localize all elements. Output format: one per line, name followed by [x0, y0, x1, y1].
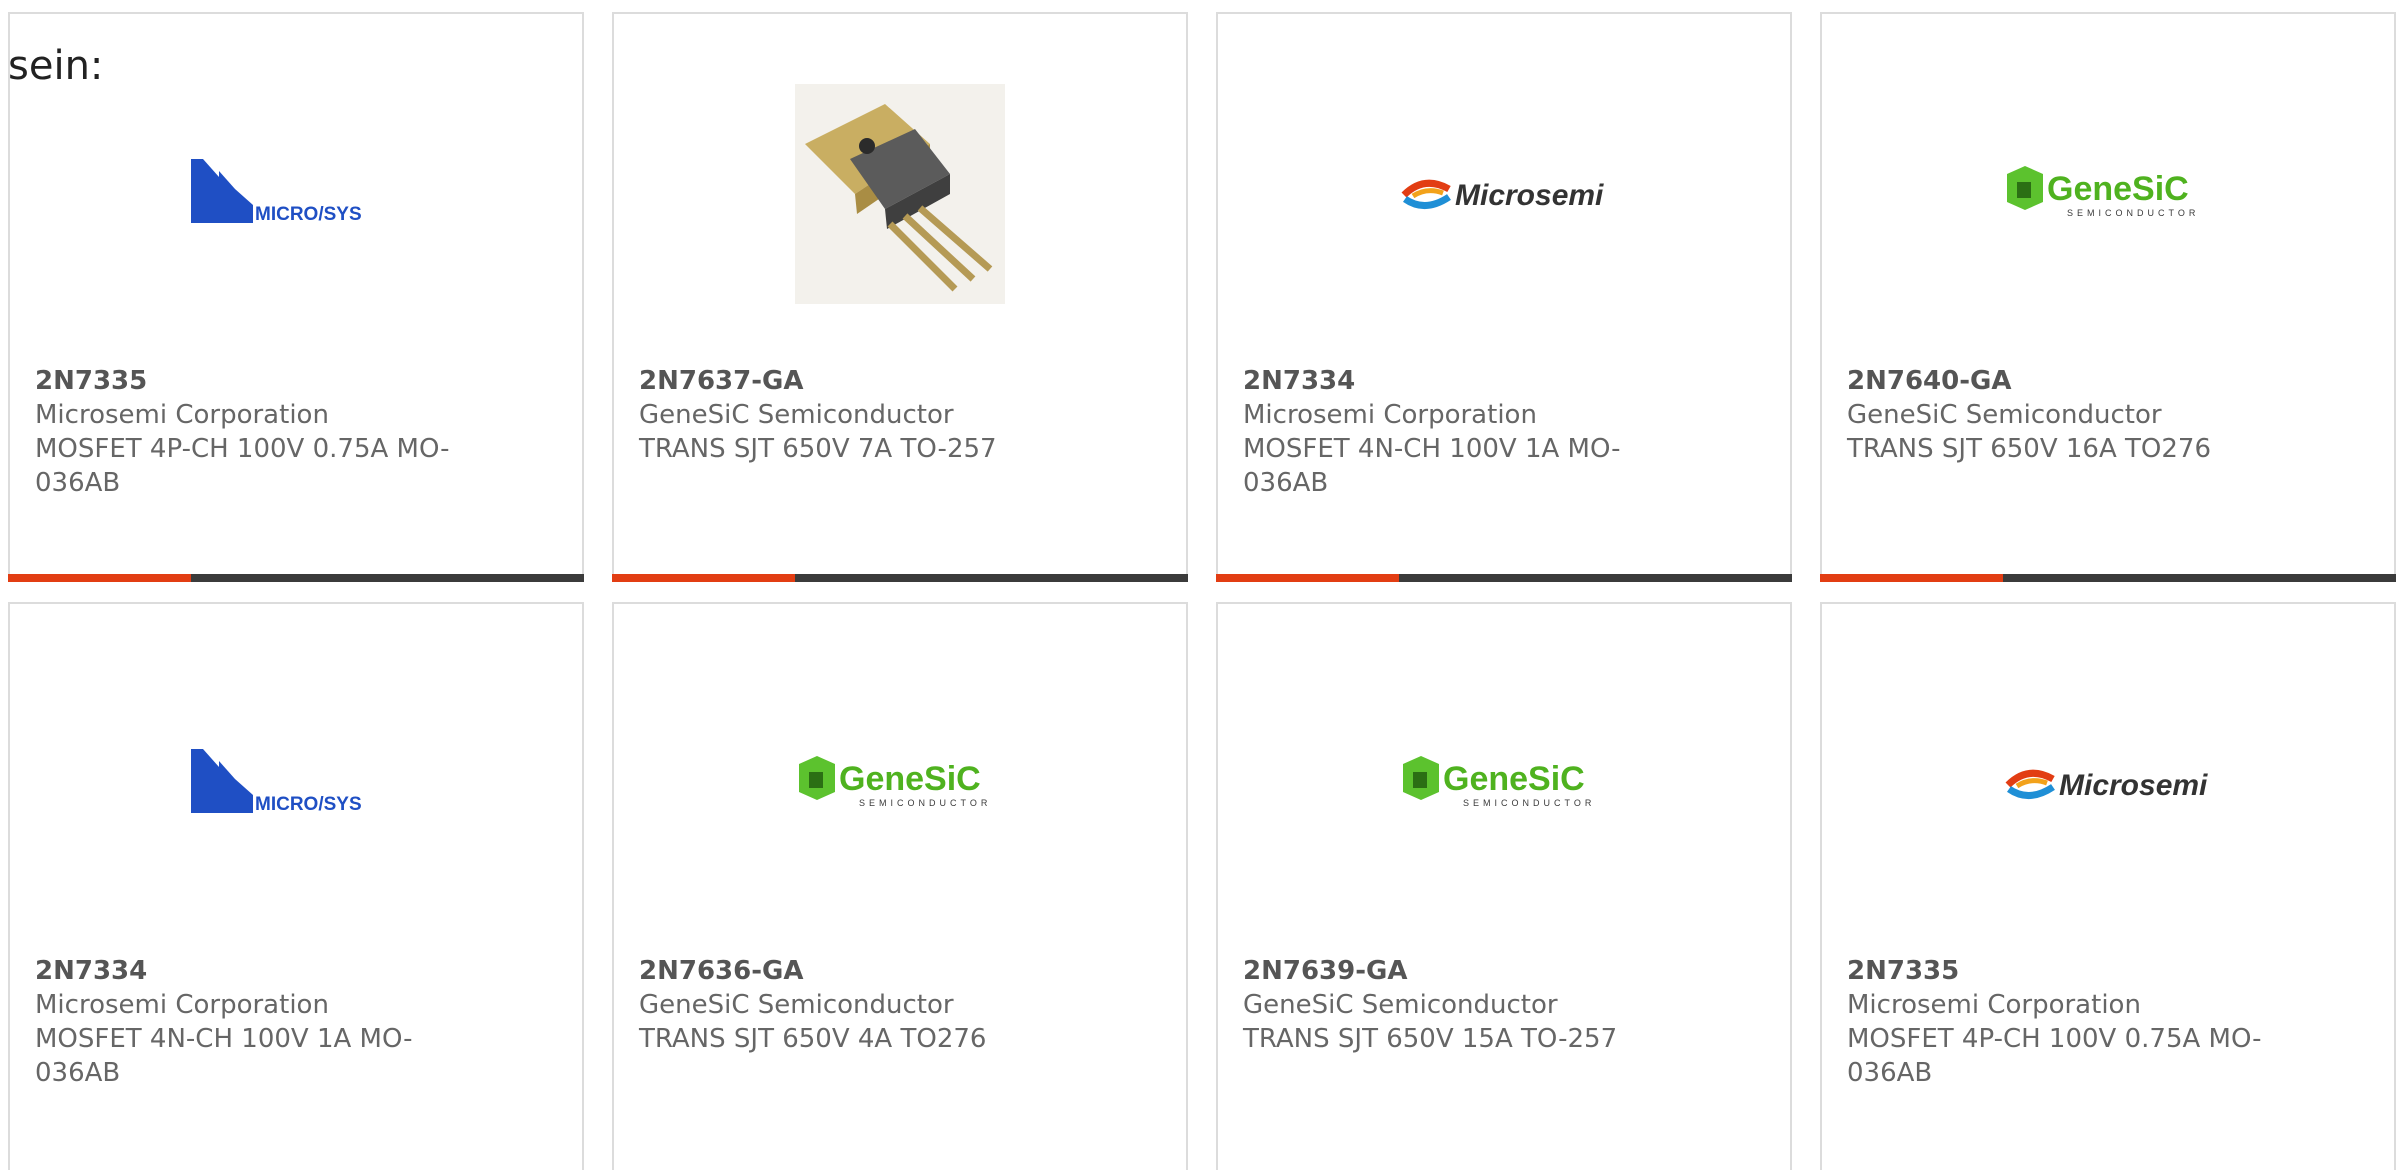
description: MOSFET 4N-CH 100V 1A MO-036AB: [1243, 434, 1621, 498]
product-grid: MICRO/SYS 2N7335 Microsemi Corporation M…: [0, 0, 2400, 1170]
svg-text:SEMICONDUCTOR: SEMICONDUCTOR: [1463, 798, 1595, 808]
genesic-logo: GeneSiC SEMICONDUCTOR: [614, 654, 1186, 914]
card-progress-bar: [1820, 574, 2396, 582]
product-card[interactable]: GeneSiC SEMICONDUCTOR 2N7640-GA GeneSiC …: [1820, 12, 2396, 582]
part-number: 2N7636-GA: [639, 956, 804, 986]
microsemi-logo: Microsemi: [1218, 64, 1790, 324]
description: MOSFET 4P-CH 100V 0.75A MO-036AB: [1847, 1024, 2262, 1088]
product-card[interactable]: MICRO/SYS 2N7334 Microsemi Corporation M…: [8, 602, 584, 1170]
microsys-logo: MICRO/SYS: [10, 654, 582, 914]
card-info: 2N7637-GA GeneSiC Semiconductor TRANS SJ…: [639, 364, 1059, 466]
to-257-package-image: [614, 64, 1186, 324]
product-card[interactable]: MICRO/SYS 2N7335 Microsemi Corporation M…: [8, 12, 584, 582]
genesic-logo: GeneSiC SEMICONDUCTOR: [1218, 654, 1790, 914]
product-card[interactable]: Microsemi 2N7335 Microsemi Corporation M…: [1820, 602, 2396, 1170]
manufacturer: Microsemi Corporation: [35, 400, 329, 430]
svg-text:MICRO/SYS: MICRO/SYS: [255, 794, 362, 815]
svg-text:MICRO/SYS: MICRO/SYS: [255, 204, 362, 225]
card-bar-accent: [612, 574, 795, 582]
description: TRANS SJT 650V 15A TO-257: [1243, 1024, 1618, 1054]
manufacturer: GeneSiC Semiconductor: [639, 990, 954, 1020]
svg-text:Microsemi: Microsemi: [2059, 769, 2208, 802]
card-info: 2N7639-GA GeneSiC Semiconductor TRANS SJ…: [1243, 954, 1663, 1056]
part-number: 2N7637-GA: [639, 366, 804, 396]
svg-text:Microsemi: Microsemi: [1455, 179, 1604, 212]
manufacturer: Microsemi Corporation: [1243, 400, 1537, 430]
card-info: 2N7335 Microsemi Corporation MOSFET 4P-C…: [1847, 954, 2267, 1090]
card-info: 2N7640-GA GeneSiC Semiconductor TRANS SJ…: [1847, 364, 2267, 466]
genesic-logo: GeneSiC SEMICONDUCTOR: [1822, 64, 2394, 324]
product-card[interactable]: GeneSiC SEMICONDUCTOR 2N7639-GA GeneSiC …: [1216, 602, 1792, 1170]
svg-text:SEMICONDUCTOR: SEMICONDUCTOR: [2067, 208, 2199, 218]
card-info: 2N7636-GA GeneSiC Semiconductor TRANS SJ…: [639, 954, 1059, 1056]
manufacturer: GeneSiC Semiconductor: [1243, 990, 1558, 1020]
intro-text: sein:: [8, 43, 104, 89]
svg-text:SEMICONDUCTOR: SEMICONDUCTOR: [859, 798, 991, 808]
part-number: 2N7639-GA: [1243, 956, 1408, 986]
part-number: 2N7334: [35, 956, 148, 986]
description: TRANS SJT 650V 7A TO-257: [639, 434, 997, 464]
product-card[interactable]: Microsemi 2N7334 Microsemi Corporation M…: [1216, 12, 1792, 582]
part-number: 2N7335: [1847, 956, 1960, 986]
svg-text:GeneSiC: GeneSiC: [2047, 170, 2189, 208]
card-bar-accent: [8, 574, 191, 582]
part-number: 2N7335: [35, 366, 148, 396]
manufacturer: GeneSiC Semiconductor: [1847, 400, 2162, 430]
description: TRANS SJT 650V 4A TO276: [639, 1024, 987, 1054]
microsemi-logo: Microsemi: [1822, 654, 2394, 914]
card-bar-accent: [1820, 574, 2003, 582]
product-card[interactable]: 2N7637-GA GeneSiC Semiconductor TRANS SJ…: [612, 12, 1188, 582]
part-number: 2N7640-GA: [1847, 366, 2012, 396]
svg-text:GeneSiC: GeneSiC: [839, 760, 981, 798]
product-card[interactable]: GeneSiC SEMICONDUCTOR 2N7636-GA GeneSiC …: [612, 602, 1188, 1170]
part-number: 2N7334: [1243, 366, 1356, 396]
manufacturer: Microsemi Corporation: [35, 990, 329, 1020]
svg-text:GeneSiC: GeneSiC: [1443, 760, 1585, 798]
card-progress-bar: [612, 574, 1188, 582]
card-info: 2N7334 Microsemi Corporation MOSFET 4N-C…: [1243, 364, 1663, 500]
description: TRANS SJT 650V 16A TO276: [1847, 434, 2211, 464]
card-info: 2N7335 Microsemi Corporation MOSFET 4P-C…: [35, 364, 455, 500]
manufacturer: GeneSiC Semiconductor: [639, 400, 954, 430]
microsys-logo: MICRO/SYS: [10, 64, 582, 324]
description: MOSFET 4N-CH 100V 1A MO-036AB: [35, 1024, 413, 1088]
card-progress-bar: [8, 574, 584, 582]
manufacturer: Microsemi Corporation: [1847, 990, 2141, 1020]
description: MOSFET 4P-CH 100V 0.75A MO-036AB: [35, 434, 450, 498]
card-bar-accent: [1216, 574, 1399, 582]
card-progress-bar: [1216, 574, 1792, 582]
card-info: 2N7334 Microsemi Corporation MOSFET 4N-C…: [35, 954, 455, 1090]
